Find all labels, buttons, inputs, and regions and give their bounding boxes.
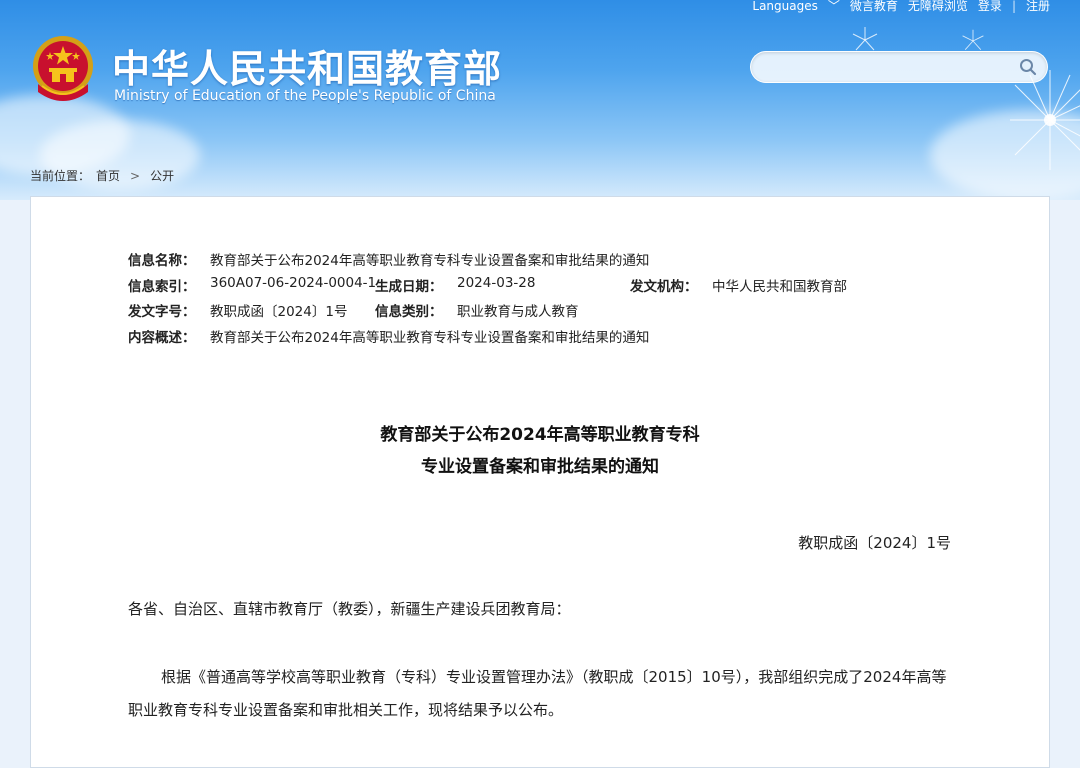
meta-issuer-label: 发文机构： — [630, 278, 698, 295]
meta-index-label: 信息索引： — [128, 278, 196, 295]
document-title-line2: 专业设置备案和审批结果的通知 — [421, 457, 659, 477]
search-input[interactable] — [763, 56, 1017, 80]
search-box — [750, 51, 1048, 83]
site-title-cn[interactable]: 中华人民共和国教育部 — [112, 38, 502, 93]
weibo-link[interactable]: 微言教育 — [850, 0, 898, 14]
breadcrumb: 当前位置： 首页 > 公开 — [30, 167, 174, 184]
breadcrumb-current[interactable]: 公开 — [150, 167, 174, 184]
document-addressee: 各省、自治区、直辖市教育厅（教委），新疆生产建设兵团教育局： — [128, 600, 571, 618]
national-emblem-icon[interactable] — [30, 34, 96, 104]
separator: | — [1011, 0, 1016, 13]
languages-link[interactable]: Languages — [752, 0, 817, 13]
meta-summary-label: 内容概述： — [128, 329, 196, 346]
search-icon[interactable] — [1019, 58, 1037, 76]
meta-date-value: 2024-03-28 — [457, 274, 536, 291]
meta-issuer-value: 中华人民共和国教育部 — [712, 278, 847, 295]
breadcrumb-prefix: 当前位置： — [30, 169, 91, 183]
breadcrumb-home[interactable]: 首页 — [96, 167, 120, 184]
meta-category-label: 信息类别： — [375, 304, 443, 320]
chevron-right-icon: > — [130, 168, 141, 183]
top-links: Languages ﹀ 微言教育 无障碍浏览 登录 | 注册 — [752, 0, 1050, 14]
meta-docno-value: 教职成函〔2024〕1号 — [210, 304, 348, 320]
meta-docno-label: 发文字号： — [128, 304, 196, 320]
meta-summary-value: 教育部关于公布2024年高等职业教育专科专业设置备案和审批结果的通知 — [210, 329, 650, 346]
chevron-down-icon[interactable]: ﹀ — [828, 0, 840, 14]
meta-name-label: 信息名称： — [128, 253, 196, 269]
meta-name-value: 教育部关于公布2024年高等职业教育专科专业设置备案和审批结果的通知 — [210, 253, 650, 269]
register-link[interactable]: 注册 — [1026, 0, 1050, 14]
meta-index-value: 360A07-06-2024-0004-1 — [210, 274, 377, 291]
document-title: 教育部关于公布2024年高等职业教育专科 专业设置备案和审批结果的通知 — [31, 419, 1049, 483]
login-link[interactable]: 登录 — [978, 0, 1002, 14]
meta-category-value: 职业教育与成人教育 — [457, 304, 579, 320]
document-panel: 信息名称： 教育部关于公布2024年高等职业教育专科专业设置备案和审批结果的通知… — [30, 196, 1050, 768]
document-title-line1: 教育部关于公布2024年高等职业教育专科 — [380, 425, 700, 445]
site-header: Languages ﹀ 微言教育 无障碍浏览 登录 | 注册 中华人民共和国教育… — [0, 0, 1080, 200]
site-title-en: Ministry of Education of the People's Re… — [114, 88, 496, 104]
document-number: 教职成函〔2024〕1号 — [798, 534, 951, 552]
accessible-browse-link[interactable]: 无障碍浏览 — [908, 0, 968, 14]
document-paragraph: 根据《普通高等学校高等职业教育（专科）专业设置管理办法》（教职成〔2015〕10… — [128, 668, 947, 719]
meta-date-label: 生成日期： — [375, 278, 443, 295]
